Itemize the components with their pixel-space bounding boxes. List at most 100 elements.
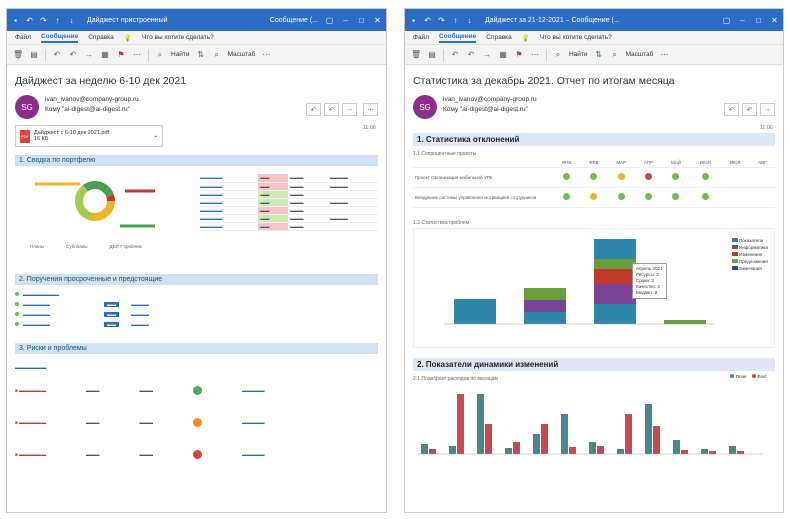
chart-bar[interactable]	[421, 444, 428, 454]
overflow-icon[interactable]: ⋯	[261, 50, 271, 59]
reply-button[interactable]: ↶	[724, 103, 739, 116]
restore-icon[interactable]: ▢	[325, 16, 334, 25]
calendar-icon[interactable]: ▦	[498, 50, 508, 59]
flag-icon[interactable]: ⚑	[514, 50, 524, 59]
chart-bar-segment[interactable]	[594, 304, 636, 324]
chart-bar-segment[interactable]	[524, 300, 566, 312]
chart-bar[interactable]	[681, 450, 688, 454]
chart-bar-segment[interactable]	[594, 269, 636, 284]
reply-icon[interactable]: ↶	[52, 50, 62, 59]
sort-icon[interactable]: ⇅	[594, 50, 604, 59]
reply-all-icon[interactable]: ↶	[466, 50, 476, 59]
reply-all-button[interactable]: ↶	[742, 103, 757, 116]
reply-icon[interactable]: ↶	[450, 50, 460, 59]
up-arrow-icon[interactable]: ↑	[53, 16, 62, 25]
undo-icon[interactable]: ↶	[25, 16, 34, 25]
reply-all-icon[interactable]: ↶	[68, 50, 78, 59]
zoom-button[interactable]: Масштаб	[626, 51, 654, 58]
search-icon[interactable]: ⌕	[553, 50, 563, 60]
chart-bar[interactable]	[541, 424, 548, 454]
chart-bar-segment[interactable]	[594, 259, 636, 269]
chart-bar[interactable]	[533, 434, 540, 454]
find-button[interactable]: Найти	[171, 51, 190, 58]
menu-help[interactable]: Справка	[88, 34, 114, 41]
chart-bar-segment[interactable]	[664, 320, 706, 324]
status-dot	[701, 173, 709, 180]
chart-bar[interactable]	[589, 442, 596, 454]
chart-bar[interactable]	[645, 404, 652, 454]
minimize-icon[interactable]: –	[738, 16, 747, 25]
forward-icon[interactable]: →	[482, 50, 492, 59]
chart-bar[interactable]	[477, 394, 484, 454]
chart-bar-segment[interactable]	[524, 288, 566, 300]
save-icon[interactable]: ▪	[11, 16, 20, 25]
chart-bar[interactable]	[561, 414, 568, 454]
chart-bar[interactable]	[457, 394, 464, 454]
forward-icon[interactable]: →	[84, 50, 94, 59]
chart-bar[interactable]	[625, 414, 632, 454]
menu-message[interactable]: Сообщение	[438, 33, 477, 43]
chart-bar[interactable]	[737, 451, 744, 454]
zoom-icon[interactable]: ⌕	[610, 50, 620, 60]
menu-file[interactable]: Файл	[413, 34, 429, 41]
tell-me-input[interactable]: Что вы хотите сделать?	[540, 34, 612, 41]
chart-bar[interactable]	[701, 449, 708, 454]
minimize-icon[interactable]: –	[341, 16, 350, 25]
chart-bar[interactable]	[505, 448, 512, 454]
chart-bar-segment[interactable]	[594, 239, 636, 259]
sender-email[interactable]: ivan_ivanov@company-group.ru	[443, 95, 537, 105]
save-icon[interactable]: ▪	[409, 16, 418, 25]
chart-bar[interactable]	[449, 446, 456, 454]
reply-button[interactable]: ↶	[306, 103, 321, 116]
maximize-icon[interactable]: □	[357, 16, 366, 25]
delete-icon[interactable]: 🗑	[411, 50, 421, 59]
chart-bar[interactable]	[513, 442, 520, 454]
menu-message[interactable]: Сообщение	[40, 33, 79, 43]
up-arrow-icon[interactable]: ↑	[451, 16, 460, 25]
find-button[interactable]: Найти	[569, 51, 588, 58]
down-arrow-icon[interactable]: ↓	[465, 16, 474, 25]
search-icon[interactable]: ⌕	[155, 50, 165, 60]
reply-all-button[interactable]: ↶	[324, 103, 339, 116]
more-actions-button[interactable]: ⋯	[363, 103, 378, 116]
tell-me-input[interactable]: Что вы хотите сделать?	[142, 34, 214, 41]
chart-bar[interactable]	[597, 446, 604, 454]
sort-icon[interactable]: ⇅	[196, 50, 206, 59]
forward-button[interactable]: →	[760, 103, 775, 116]
maximize-icon[interactable]: □	[754, 16, 763, 25]
more-icon[interactable]: ⋯	[530, 50, 540, 59]
forward-button[interactable]: →	[342, 103, 357, 116]
sender-email[interactable]: ivan_ivanov@company-group.ru	[45, 95, 139, 105]
chart-bar-segment[interactable]	[594, 284, 636, 304]
chart-bar[interactable]	[569, 447, 576, 454]
chevron-down-icon[interactable]: ⌄	[153, 133, 158, 139]
undo-icon[interactable]: ↶	[423, 16, 432, 25]
delete-icon[interactable]: 🗑	[13, 50, 23, 59]
chart-bar-segment[interactable]	[454, 299, 496, 324]
chart-bar[interactable]	[729, 446, 736, 454]
menu-help[interactable]: Справка	[486, 34, 512, 41]
chart-bar[interactable]	[653, 426, 660, 454]
overflow-icon[interactable]: ⋯	[659, 50, 669, 59]
calendar-icon[interactable]: ▦	[100, 50, 110, 59]
flag-icon[interactable]: ⚑	[116, 50, 126, 59]
attachment[interactable]: PDF Дайджест с 6-10 дек 2021.pdf 16 КБ ⌄	[15, 125, 163, 147]
chart-bar[interactable]	[485, 424, 492, 454]
archive-icon[interactable]: ▤	[29, 50, 39, 59]
zoom-icon[interactable]: ⌕	[212, 50, 222, 60]
restore-icon[interactable]: ▢	[722, 16, 731, 25]
down-arrow-icon[interactable]: ↓	[67, 16, 76, 25]
chart-bar[interactable]	[709, 451, 716, 454]
redo-icon[interactable]: ↷	[39, 16, 48, 25]
more-icon[interactable]: ⋯	[132, 50, 142, 59]
menu-file[interactable]: Файл	[15, 34, 31, 41]
redo-icon[interactable]: ↷	[437, 16, 446, 25]
archive-icon[interactable]: ▤	[427, 50, 437, 59]
chart-bar[interactable]	[429, 449, 436, 454]
zoom-button[interactable]: Масштаб	[228, 51, 256, 58]
close-icon[interactable]: ✕	[770, 16, 779, 25]
chart-bar-segment[interactable]	[524, 312, 566, 324]
chart-bar[interactable]	[617, 449, 624, 454]
chart-bar[interactable]	[673, 440, 680, 454]
close-icon[interactable]: ✕	[373, 16, 382, 25]
